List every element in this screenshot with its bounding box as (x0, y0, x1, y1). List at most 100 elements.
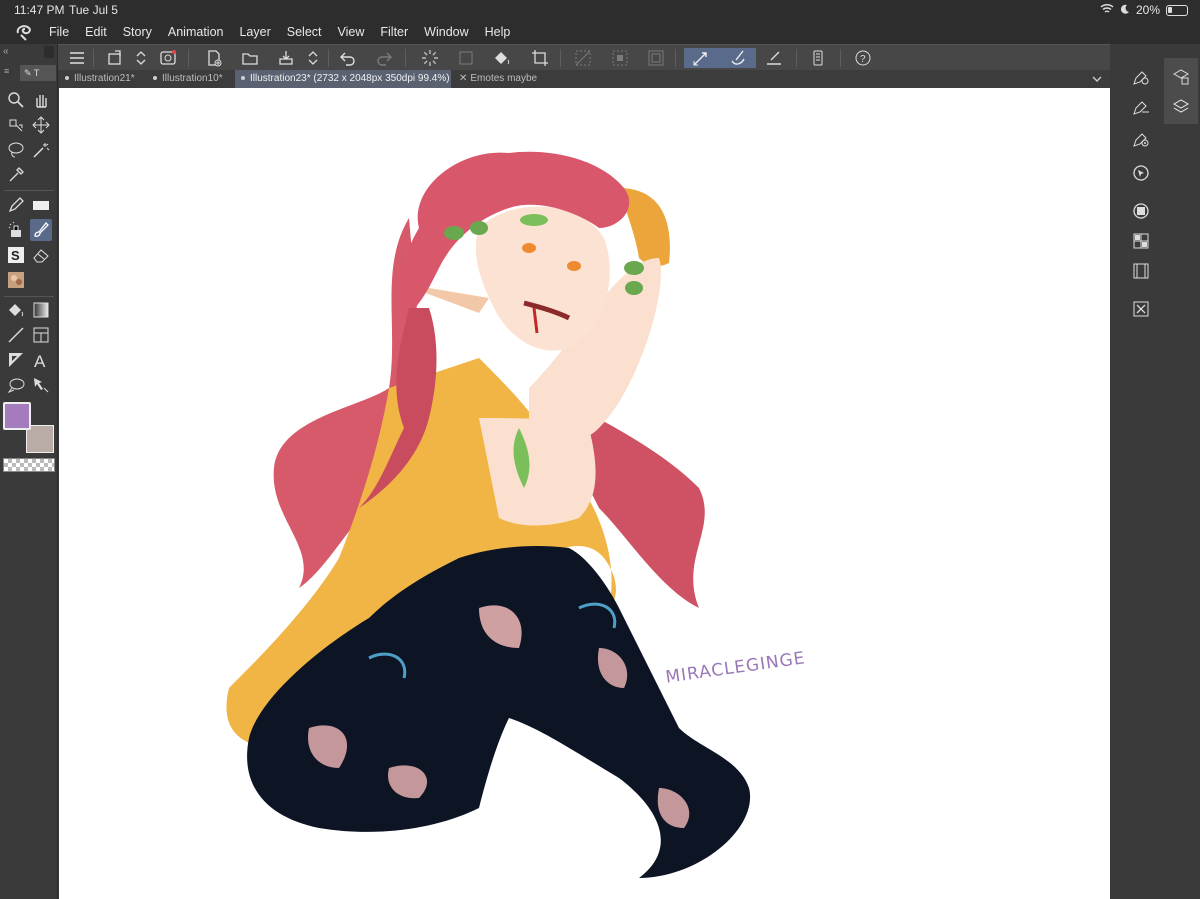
svg-text:A: A (34, 352, 46, 369)
battery-percent: 20% (1135, 3, 1160, 17)
layer-property-icon[interactable] (1168, 64, 1194, 90)
clip-studio-icon[interactable] (105, 48, 125, 68)
frame-border-icon[interactable] (30, 324, 52, 346)
svg-text:S: S (11, 248, 20, 263)
new-file-icon[interactable] (204, 48, 224, 68)
help-icon[interactable]: ? (853, 48, 873, 68)
tab-list-chevron-down-icon[interactable] (1090, 72, 1104, 89)
battery-icon (1166, 4, 1188, 16)
brush-icon[interactable] (30, 219, 52, 241)
material-icon[interactable] (1128, 198, 1154, 224)
close-panel-icon[interactable] (1128, 296, 1154, 322)
fill-icon[interactable] (5, 299, 27, 321)
menu-edit[interactable]: Edit (85, 25, 107, 39)
menu-file[interactable]: File (49, 25, 69, 39)
menu-select[interactable]: Select (287, 25, 322, 39)
stabilizer-pen-icon[interactable] (728, 48, 748, 68)
tool-property-tab[interactable]: ✎ T (20, 65, 56, 81)
color-wheel-icon[interactable] (1128, 126, 1154, 152)
menu-filter[interactable]: Filter (380, 25, 408, 39)
eraser-block-icon[interactable] (30, 194, 52, 216)
menu-view[interactable]: View (338, 25, 365, 39)
tool-palette: « ≡ ✎ T S A (0, 44, 58, 899)
close-tab-icon[interactable]: ✕ (459, 73, 467, 84)
palette-menu-icon[interactable]: ≡ (4, 66, 9, 76)
airbrush-icon[interactable] (5, 219, 27, 241)
transform-icon[interactable] (456, 48, 476, 68)
eyedropper-icon[interactable] (5, 164, 27, 186)
navigator-icon[interactable] (1128, 160, 1154, 186)
tab-illustration23[interactable]: Illustration23* (2732 x 2048px 350dpi 99… (235, 70, 451, 88)
tab-label: Emotes maybe (470, 73, 538, 84)
magic-wand-icon[interactable] (30, 139, 52, 161)
tab-label: Illustration23* (2732 x 2048px 350dpi 99… (250, 73, 450, 84)
pen-tab-icon: ✎ (24, 68, 32, 78)
artwork-illustration (226, 151, 751, 878)
brush-size-icon[interactable] (1128, 94, 1154, 120)
loading-spinner-icon (420, 48, 440, 68)
fill-bucket-icon[interactable] (492, 48, 512, 68)
tab-label: Illustration10* (162, 73, 223, 84)
unsaved-dot-icon (153, 76, 157, 81)
status-time: 11:47 PM (14, 3, 65, 17)
crop-icon[interactable] (530, 48, 550, 68)
main-color-swatch[interactable] (3, 402, 31, 430)
menu-window[interactable]: Window (424, 25, 468, 39)
color-set-icon[interactable] (1128, 228, 1154, 254)
open-folder-icon[interactable] (240, 48, 260, 68)
clip-studio-logo-icon[interactable] (13, 23, 35, 41)
text-icon[interactable]: A (30, 349, 52, 371)
tab-emotes-maybe[interactable]: ✕ Emotes maybe (453, 70, 537, 88)
panel-tab-label: T (33, 68, 40, 78)
transparent-color-swatch[interactable] (3, 458, 55, 472)
wifi-icon (1100, 3, 1114, 17)
operation-icon[interactable] (5, 114, 27, 136)
figure-line-icon[interactable] (5, 324, 27, 346)
balloon-icon[interactable] (5, 374, 27, 396)
tab-illustration10[interactable]: Illustration10* (147, 70, 233, 88)
pen-pressure-icon[interactable] (691, 48, 711, 68)
decoration-icon[interactable]: S (5, 244, 27, 266)
blend-tool-icon[interactable] (5, 269, 27, 291)
menu-layer[interactable]: Layer (239, 25, 270, 39)
lasso-icon[interactable] (5, 139, 27, 161)
ruler-pen-icon[interactable] (764, 48, 784, 68)
redo-icon[interactable] (374, 48, 394, 68)
expand-collapse-icon[interactable] (131, 48, 151, 68)
command-bar: ? (0, 44, 1200, 70)
ruler-icon[interactable] (5, 349, 27, 371)
timeline-icon[interactable] (1128, 258, 1154, 284)
correct-line-icon[interactable] (30, 374, 52, 396)
drawing-canvas[interactable]: MIRACLEGINGE (59, 88, 1110, 899)
companion-mode-icon[interactable] (158, 48, 178, 68)
move-layer-icon[interactable] (30, 114, 52, 136)
eraser-icon[interactable] (30, 244, 52, 266)
hamburger-menu-icon[interactable] (67, 48, 87, 68)
hand-icon[interactable] (30, 89, 52, 111)
tab-label: Illustration21* (74, 73, 135, 84)
save-icon[interactable] (276, 48, 296, 68)
collapse-palette-icon[interactable]: « (3, 46, 9, 57)
zoom-icon[interactable] (5, 89, 27, 111)
moon-icon (1120, 3, 1130, 17)
menu-animation[interactable]: Animation (168, 25, 224, 39)
invert-selection-icon[interactable] (610, 48, 630, 68)
right-palette-dock (1110, 44, 1200, 899)
status-date: Tue Jul 5 (69, 3, 118, 17)
menu-bar: File Edit Story Animation Layer Select V… (0, 20, 1200, 44)
gradient-icon[interactable] (30, 299, 52, 321)
pen-icon[interactable] (5, 194, 27, 216)
selection-border-icon[interactable] (646, 48, 666, 68)
clear-selection-icon[interactable] (573, 48, 593, 68)
status-bar: 11:47 PM Tue Jul 5 20% (0, 0, 1200, 20)
menu-story[interactable]: Story (123, 25, 152, 39)
save-options-icon[interactable] (303, 48, 323, 68)
sub-tool-detail-icon[interactable] (1128, 64, 1154, 90)
menu-help[interactable]: Help (485, 25, 511, 39)
tab-illustration21[interactable]: Illustration21* (59, 70, 145, 88)
smartphone-icon[interactable] (808, 48, 828, 68)
layers-icon[interactable] (1168, 94, 1194, 120)
unsaved-dot-icon (241, 76, 245, 81)
undo-icon[interactable] (338, 48, 358, 68)
palette-close-icon[interactable] (44, 46, 54, 58)
